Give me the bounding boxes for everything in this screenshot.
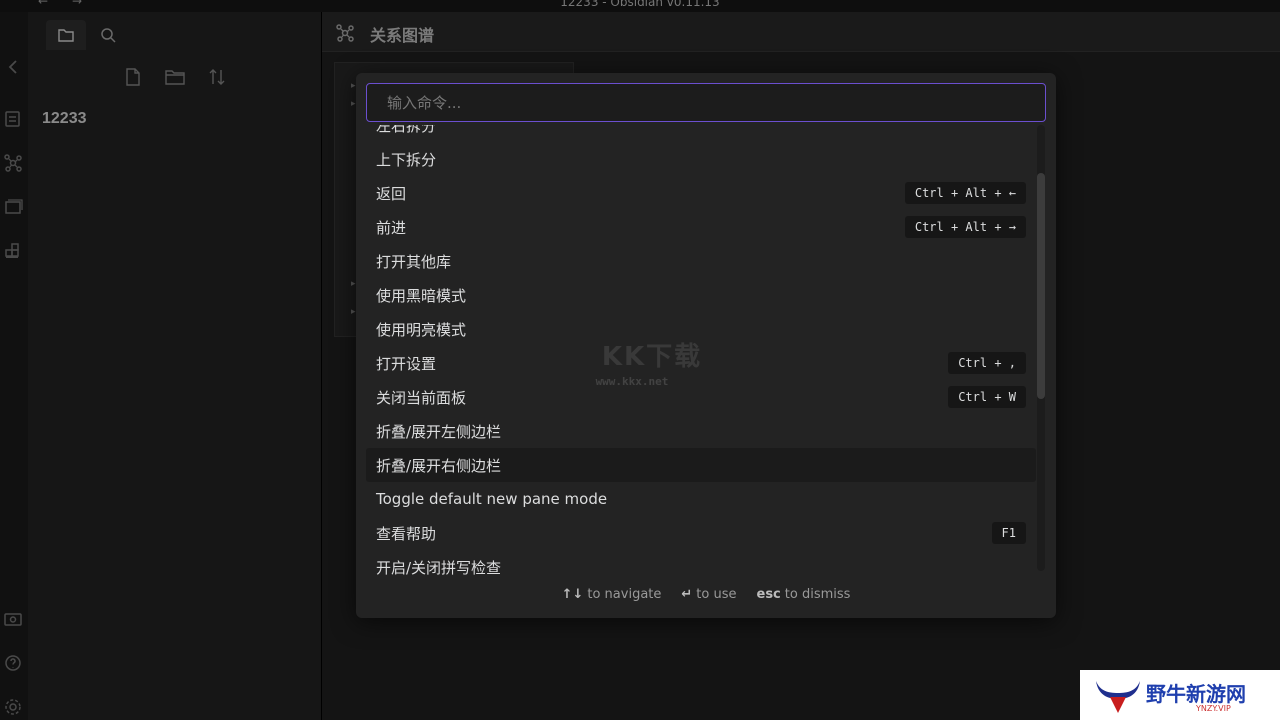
- instruction-key: esc: [756, 586, 781, 602]
- command-item[interactable]: 左右拆分: [366, 125, 1036, 142]
- command-label: 返回: [376, 184, 407, 203]
- command-item[interactable]: 开启/关闭拼写检查: [366, 550, 1036, 576]
- corner-watermark-text: 野牛新游网: [1146, 682, 1246, 706]
- command-item[interactable]: 上下拆分: [366, 142, 1036, 176]
- command-label: Toggle default new pane mode: [376, 490, 608, 508]
- command-hotkey: F1: [991, 522, 1026, 544]
- prompt-instruction: ↵ to use: [681, 587, 736, 602]
- command-label: 使用明亮模式: [376, 320, 467, 339]
- slides-icon[interactable]: [2, 196, 24, 218]
- help-icon[interactable]: [2, 652, 24, 674]
- vault-name[interactable]: 12233: [42, 110, 87, 128]
- command-item[interactable]: 返回 Ctrl + Alt + ←: [366, 176, 1036, 210]
- vault-icon[interactable]: [2, 608, 24, 630]
- instruction-text: to navigate: [587, 586, 662, 602]
- command-label: 打开设置: [376, 354, 437, 373]
- title-bar: ← → 12233 - Obsidian v0.11.13: [0, 0, 1280, 12]
- scrollbar-thumb[interactable]: [1037, 173, 1045, 399]
- instruction-key: ↵: [681, 586, 693, 602]
- left-sidebar: 12233: [28, 12, 322, 720]
- command-item[interactable]: Toggle default new pane mode: [366, 482, 1036, 516]
- folder-icon[interactable]: [46, 20, 86, 50]
- graph-icon: [334, 22, 356, 48]
- instruction-key: ↑↓: [561, 586, 584, 602]
- prompt-instruction: ↑↓ to navigate: [562, 587, 662, 602]
- view-title: 关系图谱: [370, 26, 435, 45]
- command-hotkey: Ctrl + ,: [948, 352, 1026, 374]
- command-label: 打开其他库: [376, 252, 452, 271]
- watermark-url: www.kkx.net: [595, 375, 669, 388]
- prompt-instructions: ↑↓ to navigate ↵ to use esc to dismiss: [356, 583, 1056, 605]
- command-item[interactable]: 折叠/展开左侧边栏: [366, 414, 1036, 448]
- caret-icon[interactable]: ▸: [351, 307, 356, 317]
- caret-icon[interactable]: ▸: [351, 99, 356, 109]
- window-title: 12233 - Obsidian v0.11.13: [560, 0, 720, 9]
- command-hotkey: Ctrl + Alt + →: [904, 216, 1026, 238]
- watermark-text: KK下载: [601, 342, 703, 372]
- command-label: 使用黑暗模式: [376, 286, 467, 305]
- view-header: 关系图谱: [322, 12, 1280, 52]
- command-item[interactable]: 打开其他库: [366, 244, 1036, 278]
- caret-icon[interactable]: ▸: [351, 279, 356, 289]
- switcher-icon[interactable]: [2, 108, 24, 130]
- command-label: 开启/关闭拼写检查: [376, 558, 502, 576]
- command-hotkey: Ctrl + W: [948, 386, 1026, 408]
- graph-icon[interactable]: [2, 152, 24, 174]
- plugins-icon[interactable]: [2, 240, 24, 262]
- command-search-input[interactable]: [366, 83, 1046, 122]
- command-label: 折叠/展开右侧边栏: [376, 456, 502, 475]
- command-item[interactable]: 折叠/展开右侧边栏: [366, 448, 1036, 482]
- instruction-text: to use: [696, 586, 737, 602]
- command-item[interactable]: 关闭当前面板 Ctrl + W: [366, 380, 1036, 414]
- command-label: 查看帮助: [376, 524, 437, 543]
- ribbon: [0, 12, 28, 720]
- instruction-text: to dismiss: [784, 586, 851, 602]
- settings-icon[interactable]: [2, 696, 24, 718]
- command-item[interactable]: 使用黑暗模式: [366, 278, 1036, 312]
- command-label: 左右拆分: [376, 125, 437, 135]
- caret-icon[interactable]: ▸: [351, 81, 356, 91]
- results-scrollbar[interactable]: [1037, 125, 1045, 571]
- command-label: 关闭当前面板: [376, 388, 467, 407]
- corner-watermark: 野牛新游网 YNZY.VIP: [1080, 670, 1280, 720]
- command-label: 上下拆分: [376, 150, 437, 169]
- prompt-instruction: esc to dismiss: [757, 587, 851, 602]
- search-icon[interactable]: [88, 20, 128, 50]
- command-label: 前进: [376, 218, 407, 237]
- sort-icon[interactable]: [204, 64, 230, 90]
- new-folder-icon[interactable]: [162, 64, 188, 90]
- bull-logo-icon: [1096, 681, 1140, 713]
- command-item[interactable]: 前进 Ctrl + Alt + →: [366, 210, 1036, 244]
- command-label: 折叠/展开左侧边栏: [376, 422, 502, 441]
- chevron-left-icon[interactable]: [2, 56, 24, 78]
- command-hotkey: Ctrl + Alt + ←: [904, 182, 1026, 204]
- new-note-icon[interactable]: [120, 64, 146, 90]
- command-item[interactable]: 查看帮助 F1: [366, 516, 1036, 550]
- corner-watermark-sub: YNZY.VIP: [1196, 704, 1231, 713]
